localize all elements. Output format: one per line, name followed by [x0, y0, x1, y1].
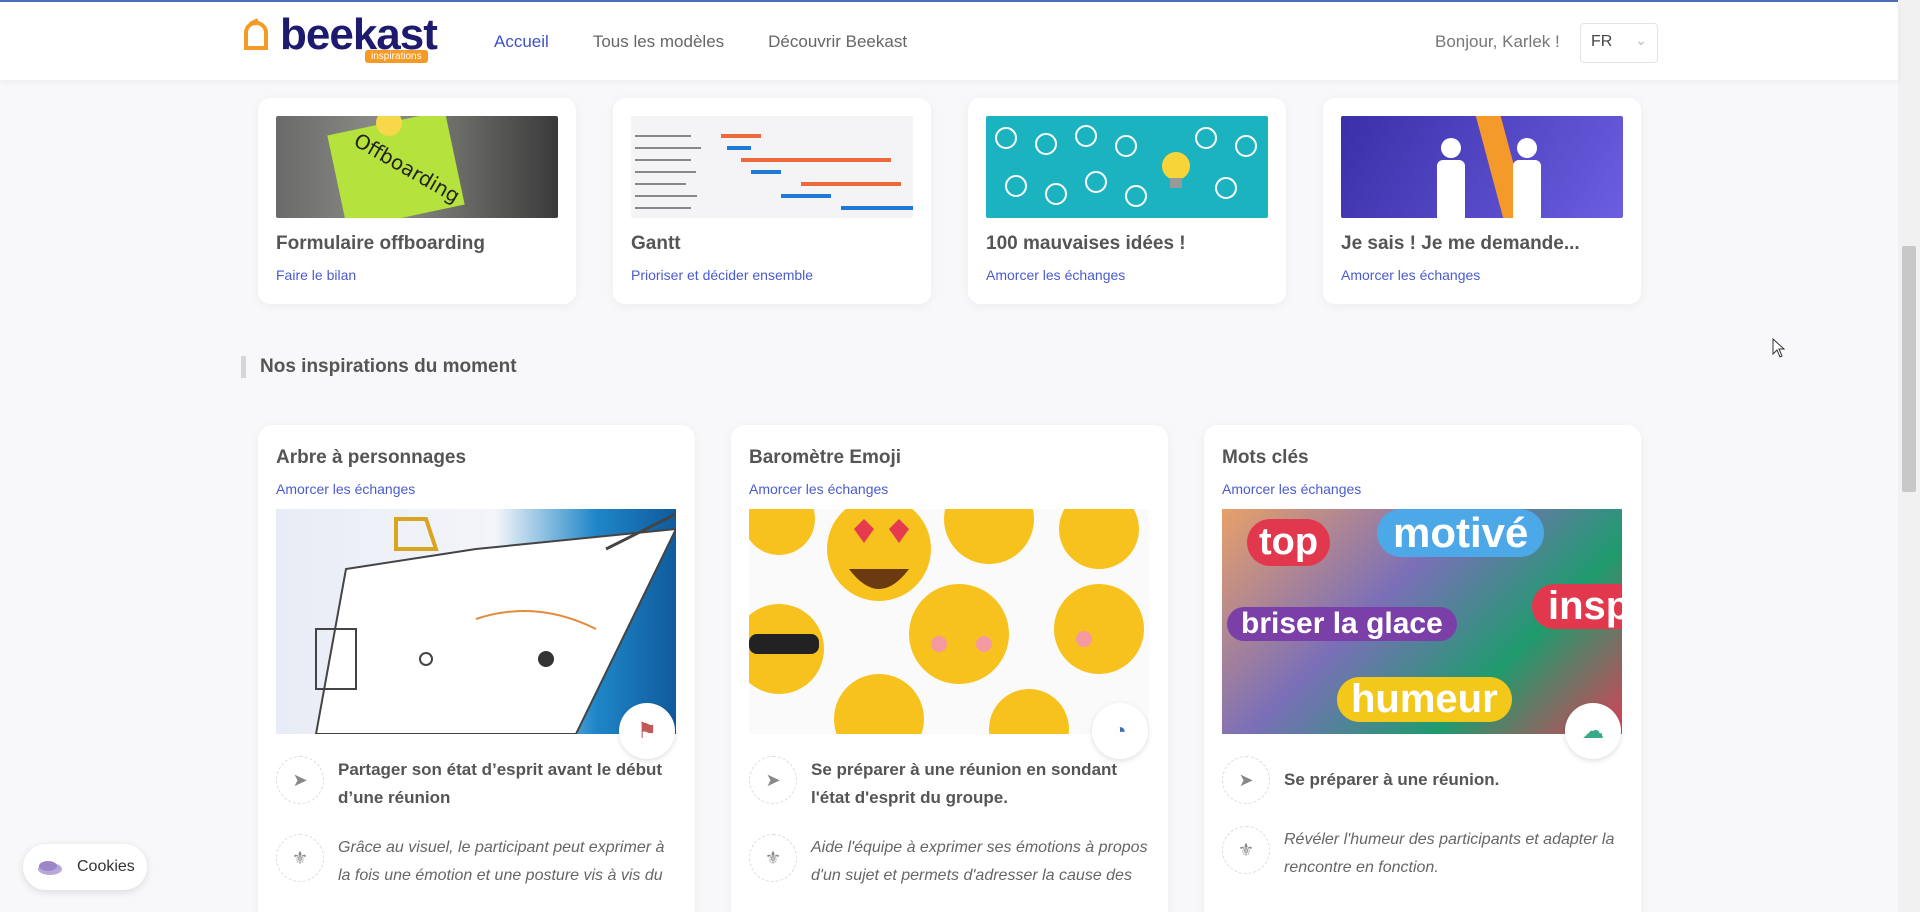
card-title: Baromètre Emoji [749, 447, 902, 468]
offboarding-image: Offboarding [276, 116, 558, 218]
cloud-icon: ☁ [1565, 703, 1621, 759]
card-category[interactable]: Amorcer les échanges [986, 267, 1268, 283]
rocket-icon: ➤ [276, 756, 324, 804]
card-category[interactable]: Amorcer les échanges [1341, 267, 1623, 283]
word-motive: motivé [1377, 509, 1545, 557]
lightbulbs-illustration [995, 125, 1257, 207]
beekast-logo-icon [244, 18, 269, 50]
top-header: beekast inspirations Accueil Tous les mo… [0, 2, 1898, 80]
page-scrollbar[interactable] [1898, 0, 1920, 912]
brand-tag: inspirations [365, 50, 428, 63]
section-title: Nos inspirations du moment [241, 356, 517, 378]
inspiration-card[interactable]: Mots clés Amorcer les échanges top motiv… [1204, 425, 1641, 912]
cookie-icon [38, 861, 62, 875]
card-title: Formulaire offboarding [276, 233, 485, 254]
template-card[interactable]: Offboarding Formulaire offboarding Faire… [258, 98, 576, 304]
gantt-image [631, 116, 913, 218]
character-tree-image [276, 509, 676, 734]
inspiration-cards: Arbre à personnages Amorcer les échanges… [258, 425, 1641, 912]
card-title: Gantt [631, 233, 681, 254]
card-category[interactable]: Prioriser et décider ensemble [631, 267, 913, 283]
card-category[interactable]: Amorcer les échanges [276, 481, 677, 497]
cookies-button[interactable]: Cookies [23, 844, 147, 890]
card-title: 100 mauvaises idées ! [986, 233, 1186, 254]
nav-decouvrir-beekast[interactable]: Découvrir Beekast [768, 32, 907, 52]
emoji-barometer-image [749, 509, 1149, 734]
card-title: Arbre à personnages [276, 447, 467, 468]
lightbulbs-image [986, 116, 1268, 218]
goal-row: ➤ Se préparer à une réunion en sondant l… [749, 756, 1150, 812]
card-title: Mots clés [1222, 447, 1309, 468]
ship-illustration [314, 512, 676, 734]
nav-tous-les-modeles[interactable]: Tous les modèles [593, 32, 724, 52]
top-template-cards: Offboarding Formulaire offboarding Faire… [258, 98, 1641, 304]
rocket-icon: ➤ [749, 756, 797, 804]
cookies-label: Cookies [77, 858, 135, 875]
trophy-icon: ⚜ [749, 834, 797, 882]
main-nav: Accueil Tous les modèles Découvrir Beeka… [494, 32, 907, 52]
word-humeur: humeur [1337, 677, 1512, 722]
card-goal: Se préparer à une réunion. [1284, 770, 1500, 789]
card-category[interactable]: Amorcer les échanges [749, 481, 1150, 497]
inspiration-card[interactable]: Arbre à personnages Amorcer les échanges… [258, 425, 695, 912]
word-insp: insp [1532, 584, 1622, 629]
card-description: Grâce au visuel, le participant peut exp… [338, 839, 665, 884]
template-card[interactable]: Gantt Prioriser et décider ensemble [613, 98, 931, 304]
card-category[interactable]: Amorcer les échanges [1222, 481, 1623, 497]
keywords-image: top motivé briser la glace insp humeur [1222, 509, 1622, 734]
je-sais-image [1341, 116, 1623, 218]
card-category[interactable]: Faire le bilan [276, 267, 558, 283]
word-briser-la-glace: briser la glace [1227, 607, 1457, 641]
language-select[interactable]: FR ⌄ [1580, 23, 1658, 63]
trophy-icon: ⚜ [1222, 826, 1270, 874]
template-card[interactable]: 100 mauvaises idées ! Amorcer les échang… [968, 98, 1286, 304]
card-goal: Se préparer à une réunion en sondant l'é… [811, 760, 1118, 807]
description-row: ⚜ Aide l'équipe à exprimer ses émotions … [749, 834, 1150, 890]
scrollbar-thumb[interactable] [1902, 246, 1916, 492]
board-icon: ⚑ [619, 703, 675, 759]
description-row: ⚜ Révéler l'humeur des participants et a… [1222, 826, 1623, 882]
template-card[interactable]: Je sais ! Je me demande... Amorcer les é… [1323, 98, 1641, 304]
card-goal: Partager son état d’esprit avant le débu… [338, 760, 663, 807]
card-description: Aide l'équipe à exprimer ses émotions à … [811, 839, 1148, 884]
gantt-chart-illustration [635, 134, 913, 210]
rocket-icon: ➤ [1222, 756, 1270, 804]
mouse-cursor-icon [1772, 338, 1786, 358]
chevron-down-icon: ⌄ [1635, 32, 1647, 48]
inspiration-card[interactable]: Baromètre Emoji Amorcer les échanges ◔ ➤… [731, 425, 1168, 912]
nav-accueil[interactable]: Accueil [494, 32, 549, 52]
goal-row: ➤ Se préparer à une réunion. [1222, 756, 1623, 804]
beekast-logo[interactable]: beekast inspirations [240, 10, 440, 64]
user-greeting[interactable]: Bonjour, Karlek ! [1435, 32, 1560, 52]
goal-row: ➤ Partager son état d’esprit avant le dé… [276, 756, 677, 812]
description-row: ⚜ Grâce au visuel, le participant peut e… [276, 834, 677, 890]
emoji-illustration [749, 509, 1144, 734]
trophy-icon: ⚜ [276, 834, 324, 882]
language-value: FR [1591, 33, 1613, 50]
card-title: Je sais ! Je me demande... [1341, 233, 1580, 254]
pie-chart-icon: ◔ [1092, 703, 1148, 759]
word-top: top [1247, 519, 1331, 566]
card-description: Révéler l'humeur des participants et ada… [1284, 831, 1615, 876]
